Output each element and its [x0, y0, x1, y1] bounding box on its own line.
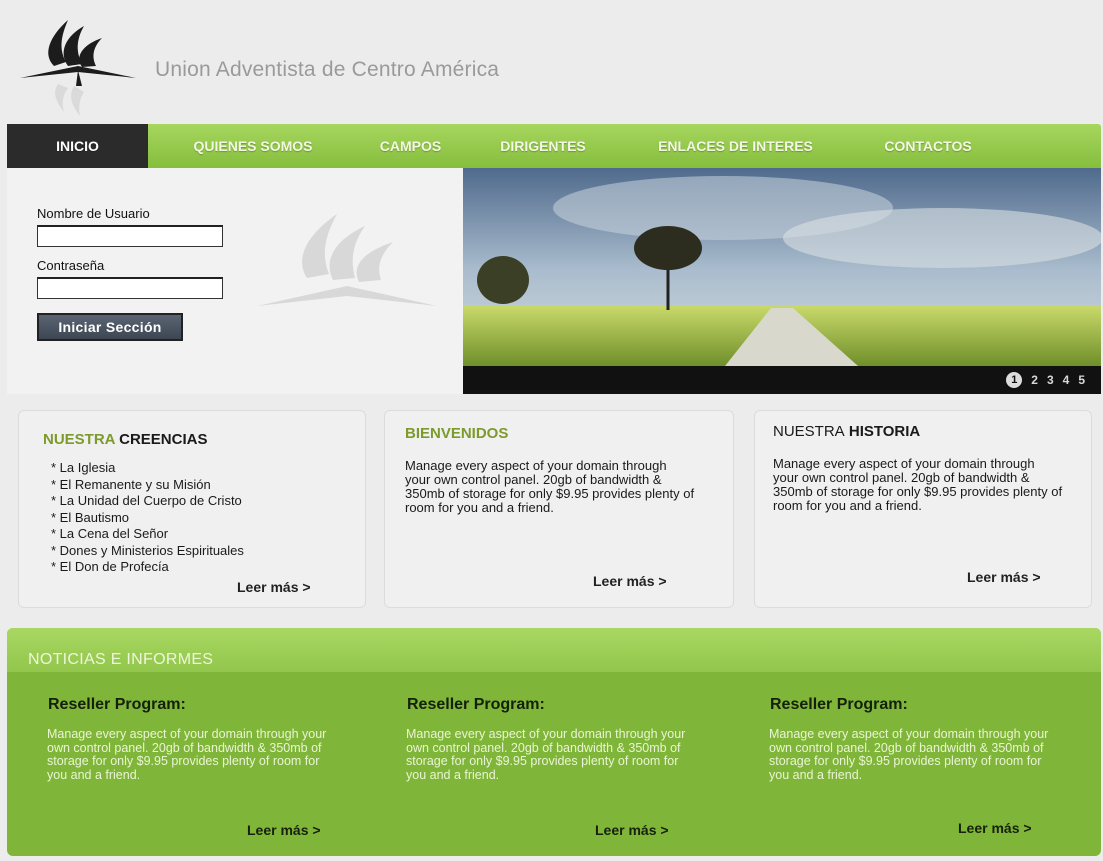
- historia-read-more-link[interactable]: Leer más >: [967, 569, 1041, 585]
- hero-slider[interactable]: 1 2 3 4 5: [463, 168, 1101, 394]
- main-navbar: INICIO QUIENES SOMOS CAMPOS DIRIGENTES E…: [7, 124, 1101, 168]
- news-title: NOTICIAS E INFORMES: [28, 651, 214, 668]
- creencias-title: NUESTRA CREENCIAS: [43, 431, 208, 448]
- slider-page-1[interactable]: 1: [1006, 372, 1023, 388]
- creencia-item[interactable]: La Iglesia: [51, 460, 244, 477]
- news-header: NOTICIAS E INFORMES: [7, 628, 1101, 672]
- username-label: Nombre de Usuario: [37, 206, 150, 221]
- logo-watermark-icon: [257, 214, 437, 306]
- nav-item-campos[interactable]: CAMPOS: [358, 124, 463, 168]
- site-title: Union Adventista de Centro América: [155, 58, 500, 81]
- slider-page-4[interactable]: 4: [1063, 373, 1070, 387]
- slider-page-2[interactable]: 2: [1031, 373, 1038, 387]
- landscape-image: [463, 168, 1101, 394]
- news-item: Reseller Program: Manage every aspect of…: [736, 672, 1101, 856]
- creencias-read-more-link[interactable]: Leer más >: [237, 579, 311, 595]
- news-item-read-more-link[interactable]: Leer más >: [247, 822, 321, 838]
- news-item-heading[interactable]: Reseller Program:: [770, 696, 908, 714]
- nav-item-enlaces-de-interes[interactable]: ENLACES DE INTERES: [623, 124, 848, 168]
- bienvenidos-title: BIENVENIDOS: [405, 425, 509, 442]
- password-field[interactable]: [37, 277, 223, 299]
- creencia-item[interactable]: El Remanente y su Misión: [51, 477, 244, 494]
- news-item: Reseller Program: Manage every aspect of…: [14, 672, 379, 856]
- creencia-item[interactable]: Dones y Ministerios Espirituales: [51, 543, 244, 560]
- adventist-logo-icon[interactable]: [18, 12, 138, 122]
- news-section: NOTICIAS E INFORMES Reseller Program: Ma…: [7, 628, 1101, 856]
- news-item-text: Manage every aspect of your domain throu…: [47, 727, 327, 782]
- news-item-heading[interactable]: Reseller Program:: [407, 696, 545, 714]
- creencias-list: La Iglesia El Remanente y su Misión La U…: [51, 460, 244, 576]
- creencia-item[interactable]: La Cena del Señor: [51, 526, 244, 543]
- bienvenidos-read-more-link[interactable]: Leer más >: [593, 573, 667, 589]
- creencias-box: NUESTRA CREENCIAS La Iglesia El Remanent…: [18, 410, 366, 608]
- nav-item-dirigentes[interactable]: DIRIGENTES: [463, 124, 623, 168]
- news-item-read-more-link[interactable]: Leer más >: [595, 822, 669, 838]
- historia-text: Manage every aspect of your domain throu…: [773, 456, 1063, 513]
- password-label: Contraseña: [37, 258, 105, 273]
- creencia-item[interactable]: La Unidad del Cuerpo de Cristo: [51, 493, 244, 510]
- news-item-read-more-link[interactable]: Leer más >: [958, 820, 1032, 836]
- bienvenidos-box: BIENVENIDOS Manage every aspect of your …: [384, 410, 734, 608]
- bienvenidos-text: Manage every aspect of your domain throu…: [405, 458, 695, 515]
- news-item-text: Manage every aspect of your domain throu…: [769, 727, 1049, 782]
- login-panel: Nombre de Usuario Contraseña Iniciar Sec…: [7, 168, 463, 394]
- username-field[interactable]: [37, 225, 223, 247]
- nav-item-inicio[interactable]: INICIO: [7, 124, 148, 168]
- historia-title: NUESTRA HISTORIA: [773, 423, 921, 440]
- nav-item-quienes-somos[interactable]: QUIENES SOMOS: [148, 124, 358, 168]
- login-button[interactable]: Iniciar Sección: [37, 313, 183, 341]
- news-item: Reseller Program: Manage every aspect of…: [373, 672, 738, 856]
- slider-page-3[interactable]: 3: [1047, 373, 1054, 387]
- historia-box: NUESTRA HISTORIA Manage every aspect of …: [754, 410, 1092, 608]
- news-item-text: Manage every aspect of your domain throu…: [406, 727, 686, 782]
- news-item-heading[interactable]: Reseller Program:: [48, 696, 186, 714]
- creencia-item[interactable]: El Don de Profecía: [51, 559, 244, 576]
- slider-page-5[interactable]: 5: [1078, 373, 1085, 387]
- slider-pager: 1 2 3 4 5: [463, 366, 1101, 394]
- nav-item-contactos[interactable]: CONTACTOS: [848, 124, 1008, 168]
- creencia-item[interactable]: El Bautismo: [51, 510, 244, 527]
